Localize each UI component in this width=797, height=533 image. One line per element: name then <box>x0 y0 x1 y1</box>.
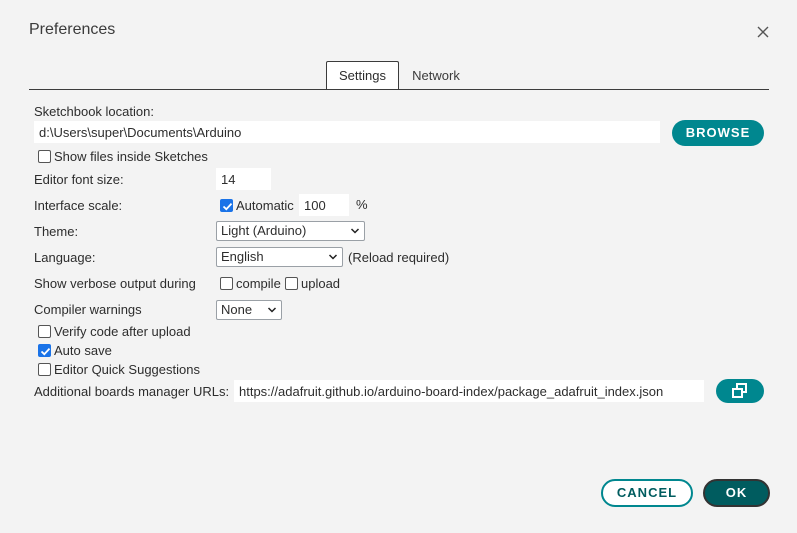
cancel-button[interactable]: CANCEL <box>601 479 693 507</box>
boards-urls-label: Additional boards manager URLs: <box>34 384 230 399</box>
sketchbook-location-label: Sketchbook location: <box>34 104 154 119</box>
language-select[interactable]: English <box>216 247 343 267</box>
theme-label: Theme: <box>34 224 79 239</box>
tab-settings[interactable]: Settings <box>326 61 399 90</box>
interface-scale-label: Interface scale: <box>34 198 123 213</box>
chevron-down-icon <box>328 254 338 260</box>
edit-urls-button[interactable] <box>716 379 764 403</box>
verbose-upload-label: upload <box>301 276 341 291</box>
verbose-output-label: Show verbose output during <box>34 276 196 291</box>
tabs-divider <box>29 89 769 90</box>
language-select-value: English <box>221 249 264 264</box>
interface-scale-unit: % <box>356 197 368 212</box>
verify-after-upload-checkbox[interactable] <box>38 325 51 338</box>
quick-suggestions-checkbox[interactable] <box>38 363 51 376</box>
checkmark-icon <box>40 347 51 356</box>
boards-urls-input[interactable] <box>234 380 704 402</box>
auto-save-label: Auto save <box>54 343 112 358</box>
open-window-icon <box>732 383 747 398</box>
theme-select-value: Light (Arduino) <box>221 223 307 238</box>
show-files-label: Show files inside Sketches <box>54 149 208 164</box>
sketchbook-location-input[interactable] <box>34 121 660 143</box>
chevron-down-icon <box>267 307 277 313</box>
ok-button[interactable]: OK <box>703 479 770 507</box>
language-label: Language: <box>34 250 96 265</box>
automatic-scale-checkbox[interactable] <box>220 199 233 212</box>
verbose-upload-checkbox[interactable] <box>285 277 298 290</box>
preferences-dialog: Preferences Settings Network Sketchbook … <box>0 0 797 533</box>
quick-suggestions-label: Editor Quick Suggestions <box>54 362 200 377</box>
chevron-down-icon <box>350 228 360 234</box>
verbose-compile-checkbox[interactable] <box>220 277 233 290</box>
theme-select[interactable]: Light (Arduino) <box>216 221 365 241</box>
show-files-checkbox[interactable] <box>38 150 51 163</box>
tab-network[interactable]: Network <box>403 62 469 89</box>
automatic-scale-label: Automatic <box>236 198 294 213</box>
close-icon <box>757 26 769 38</box>
compiler-warnings-label: Compiler warnings <box>34 302 142 317</box>
verify-after-upload-label: Verify code after upload <box>54 324 191 339</box>
close-button[interactable] <box>752 21 774 43</box>
verbose-compile-label: compile <box>236 276 281 291</box>
checkmark-icon <box>222 202 233 211</box>
auto-save-checkbox[interactable] <box>38 344 51 357</box>
browse-button[interactable]: BROWSE <box>672 120 764 146</box>
editor-font-size-label: Editor font size: <box>34 172 124 187</box>
compiler-warnings-select[interactable]: None <box>216 300 282 320</box>
reload-required-note: (Reload required) <box>348 250 450 265</box>
dialog-title: Preferences <box>29 21 116 38</box>
interface-scale-input[interactable] <box>299 194 349 216</box>
editor-font-size-input[interactable] <box>216 168 271 190</box>
compiler-warnings-value: None <box>221 302 253 317</box>
